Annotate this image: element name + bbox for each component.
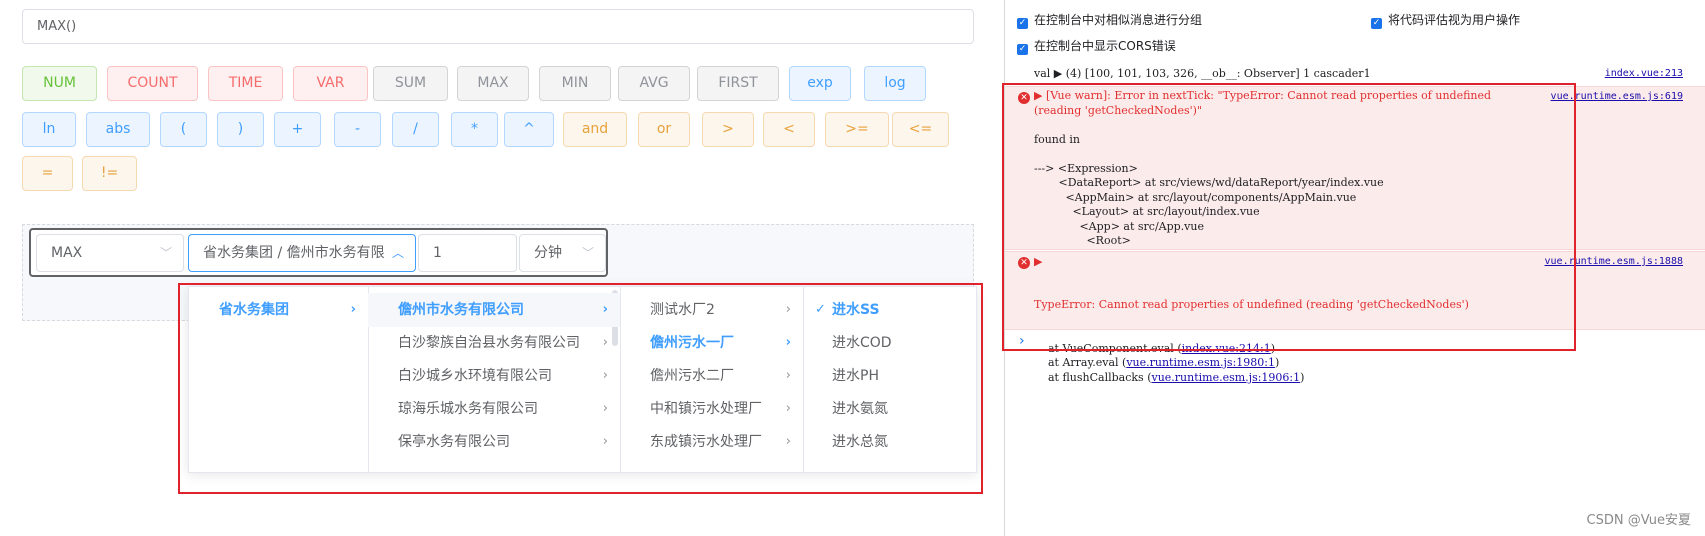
condition-controls: MAX ﹀ 省水务集团 / 儋州市水务有限 ︿ 1 分钟 ﹀ (29, 228, 608, 277)
formula-button-<[interactable]: < (763, 112, 815, 147)
setting-label: 将代码评估视为用户操作 (1388, 13, 1521, 27)
formula-button-abs[interactable]: abs (86, 112, 150, 147)
setting-treat-as-user[interactable]: ✓ 将代码评估视为用户操作 (1371, 12, 1520, 29)
formula-button-and[interactable]: and (563, 112, 627, 147)
setting-group-similar[interactable]: ✓ 在控制台中对相似消息进行分组 (1017, 12, 1202, 29)
stack-frame: at flushCallbacks (vue.runtime.esm.js:19… (1034, 371, 1469, 386)
formula-button-=[interactable]: = (22, 156, 73, 191)
function-select-value: MAX (51, 245, 83, 261)
formula-button-)[interactable]: ) (217, 112, 264, 147)
cascader-value: 省水务集团 / 儋州市水务有限 (203, 245, 385, 261)
formula-button-([interactable]: ( (160, 112, 207, 147)
formula-button-VAR[interactable]: VAR (293, 66, 368, 101)
checkbox-checked-icon[interactable]: ✓ (1017, 18, 1028, 29)
annotation-box-right (1002, 83, 1576, 351)
formula-button-ln[interactable]: ln (22, 112, 76, 147)
formula-button-TIME[interactable]: TIME (208, 66, 283, 101)
formula-button-<=[interactable]: <= (892, 112, 949, 147)
unit-select-value: 分钟 (534, 245, 562, 261)
formula-button-AVG[interactable]: AVG (618, 66, 690, 101)
number-input-value: 1 (433, 245, 442, 261)
unit-select[interactable]: 分钟 ﹀ (519, 234, 606, 272)
checkbox-checked-icon[interactable]: ✓ (1017, 44, 1028, 55)
formula-button-COUNT[interactable]: COUNT (107, 66, 198, 101)
formula-button-log[interactable]: log (864, 66, 926, 101)
formula-button-!=[interactable]: != (82, 156, 137, 191)
function-select[interactable]: MAX ﹀ (36, 234, 184, 272)
stack-frame-prefix: at Array.eval ( (1034, 356, 1127, 369)
formula-button-NUM[interactable]: NUM (22, 66, 97, 101)
formula-button-MAX[interactable]: MAX (457, 66, 529, 101)
formula-button-/[interactable]: / (392, 112, 439, 147)
watermark: CSDN @Vue安夏 (1586, 513, 1691, 528)
formula-button-^[interactable]: ^ (504, 112, 554, 147)
stack-frame-suffix: ) (1300, 370, 1305, 384)
stack-frame: at Array.eval (vue.runtime.esm.js:1980:1… (1034, 356, 1469, 371)
setting-label: 在控制台中对相似消息进行分组 (1034, 13, 1203, 27)
annotation-box-left (178, 283, 983, 494)
stack-frame-link[interactable]: vue.runtime.esm.js:1906:1 (1151, 371, 1300, 384)
chevron-up-icon: ︿ (391, 246, 404, 260)
stack-frame-link[interactable]: vue.runtime.esm.js:1980:1 (1126, 356, 1275, 369)
cascader-select[interactable]: 省水务集团 / 儋州市水务有限 ︿ (188, 234, 416, 272)
formula-button-SUM[interactable]: SUM (373, 66, 448, 101)
stack-frame-suffix: ) (1274, 356, 1280, 369)
chevron-down-icon: ﹀ (159, 246, 172, 260)
chevron-down-icon: ﹀ (581, 246, 594, 260)
formula-input[interactable]: MAX() (22, 9, 974, 44)
formula-button-or[interactable]: or (638, 112, 690, 147)
formula-button->=[interactable]: >= (825, 112, 889, 147)
log-text: val ▶ (4) [100, 101, 103, 326, __ob__: O… (1034, 67, 1371, 80)
formula-button-FIRST[interactable]: FIRST (697, 66, 779, 101)
formula-button-*[interactable]: * (451, 112, 498, 147)
formula-button-+[interactable]: + (274, 112, 321, 147)
setting-show-cors[interactable]: ✓ 在控制台中显示CORS错误 (1017, 38, 1176, 55)
number-input[interactable]: 1 (418, 234, 517, 272)
setting-label: 在控制台中显示CORS错误 (1034, 39, 1176, 53)
source-link[interactable]: index.vue:213 (1605, 67, 1683, 82)
checkbox-checked-icon[interactable]: ✓ (1371, 18, 1382, 29)
formula-button--[interactable]: - (334, 112, 381, 147)
formula-button-MIN[interactable]: MIN (539, 66, 611, 101)
stack-frame-prefix: at flushCallbacks ( (1034, 370, 1152, 384)
formula-button-exp[interactable]: exp (789, 66, 851, 101)
formula-button->[interactable]: > (702, 112, 754, 147)
